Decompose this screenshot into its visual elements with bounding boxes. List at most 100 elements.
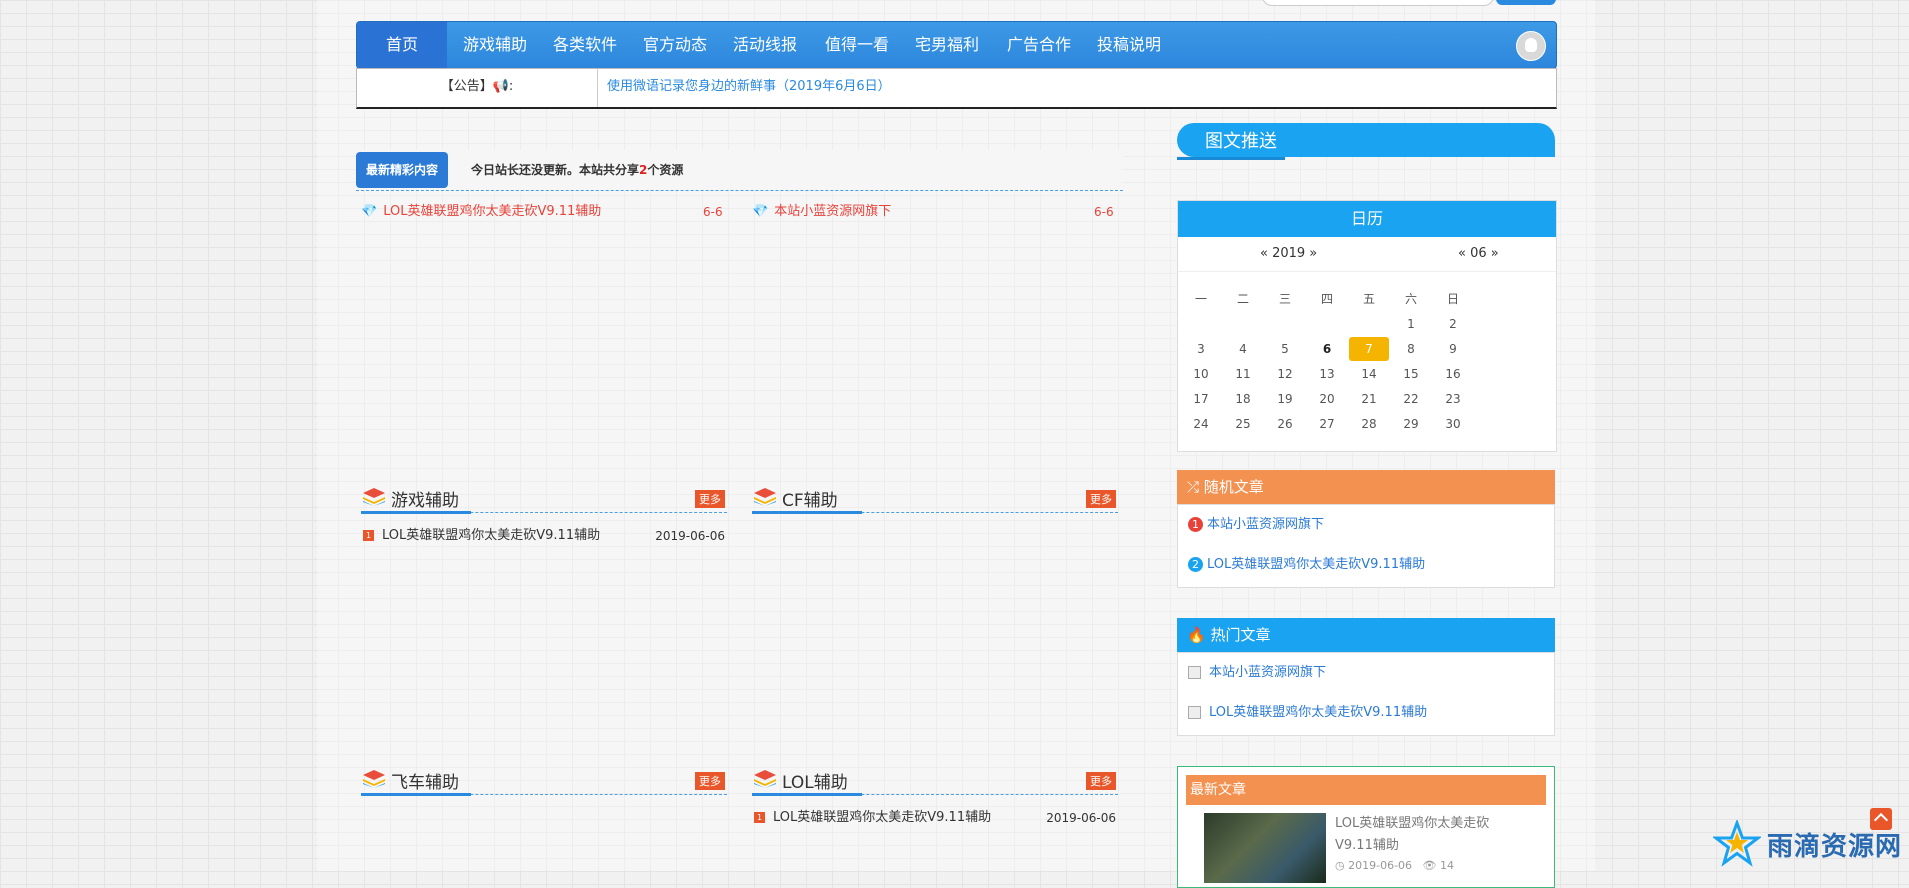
nav-item-activity[interactable]: 活动线报 xyxy=(725,22,805,68)
hot-item[interactable]: LOL英雄联盟鸡你太美走砍V9.11辅助 xyxy=(1178,693,1554,733)
nav-item-submit[interactable]: 投稿说明 xyxy=(1089,22,1169,68)
calendar-month-nav[interactable]: « 06 » xyxy=(1458,237,1499,271)
latest-item[interactable]: 💎 本站小蓝资源网旗下 xyxy=(752,202,891,222)
calendar-day[interactable]: 22 xyxy=(1391,387,1431,411)
calendar-day[interactable]: 4 xyxy=(1223,337,1263,361)
calendar-day-today[interactable]: 7 xyxy=(1349,337,1389,361)
hot-item-title: LOL英雄联盟鸡你太美走砍V9.11辅助 xyxy=(1209,705,1428,720)
calendar-weekday: 三 xyxy=(1278,292,1291,306)
calendar-day[interactable]: 2 xyxy=(1433,312,1473,336)
nav-item-worth-watching[interactable]: 值得一看 xyxy=(817,22,897,68)
category-lol-assist: LOL辅助 更多 1 LOL英雄联盟鸡你太美走砍V9.11辅助 2019-06-0… xyxy=(752,764,1118,829)
rank-badge: 1 xyxy=(363,530,374,541)
calendar-day[interactable]: 30 xyxy=(1433,412,1473,436)
category-underline xyxy=(752,511,862,514)
calendar-year-nav[interactable]: « 2019 » xyxy=(1260,237,1317,271)
category-header: 游戏辅助 更多 xyxy=(361,482,727,514)
document-icon xyxy=(1188,666,1201,679)
user-avatar-icon[interactable] xyxy=(1516,31,1546,61)
hot-item[interactable]: 本站小蓝资源网旗下 xyxy=(1178,653,1554,693)
calendar-day[interactable]: 20 xyxy=(1307,387,1347,411)
calendar-day[interactable]: 9 xyxy=(1433,337,1473,361)
hot-list: 本站小蓝资源网旗下 LOL英雄联盟鸡你太美走砍V9.11辅助 xyxy=(1177,652,1555,736)
latest-item-date: 6-6 xyxy=(703,205,723,219)
latest-header: 最新精彩内容 今日站长还没更新。本站共分享2个资源 xyxy=(356,150,1123,191)
diamond-icon: 💎 xyxy=(752,204,769,219)
calendar-day[interactable]: 8 xyxy=(1391,337,1431,361)
nav-item-software[interactable]: 各类软件 xyxy=(545,22,625,68)
watermark-text: 雨滴资源网 xyxy=(1767,831,1903,862)
calendar-day[interactable]: 15 xyxy=(1391,362,1431,386)
calendar-day[interactable]: 16 xyxy=(1433,362,1473,386)
calendar-weekday: 六 xyxy=(1404,292,1417,306)
calendar-day[interactable]: 25 xyxy=(1223,412,1263,436)
calendar-day[interactable]: 10 xyxy=(1181,362,1221,386)
calendar-day[interactable]: 26 xyxy=(1265,412,1305,436)
notice-link[interactable]: 使用微语记录您身边的新鲜事（2019年6月6日） xyxy=(607,69,891,107)
search-input[interactable] xyxy=(1262,0,1494,6)
newest-item-title[interactable]: LOL英雄联盟鸡你太美走砍V9.11辅助 xyxy=(1335,813,1525,857)
calendar-day[interactable]: 13 xyxy=(1307,362,1347,386)
nav-item-game-assist[interactable]: 游戏辅助 xyxy=(455,22,535,68)
nav-item-home[interactable]: 首页 xyxy=(357,22,447,68)
calendar-weekday: 日 xyxy=(1446,292,1459,306)
calendar-day[interactable]: 18 xyxy=(1223,387,1263,411)
random-item[interactable]: 1 本站小蓝资源网旗下 xyxy=(1178,505,1554,545)
calendar-day[interactable]: 6 xyxy=(1307,337,1347,361)
rank-badge: 1 xyxy=(1188,517,1203,532)
fire-icon: 🔥 xyxy=(1187,626,1206,644)
category-row-date: 2019-06-06 xyxy=(1046,811,1116,825)
calendar-day[interactable]: 1 xyxy=(1391,312,1431,336)
calendar-day[interactable]: 5 xyxy=(1265,337,1305,361)
newest-date: 2019-06-06 xyxy=(1348,859,1413,872)
more-button[interactable]: 更多 xyxy=(695,490,725,508)
nav-item-ads[interactable]: 广告合作 xyxy=(999,22,1079,68)
nav-item-welfare[interactable]: 宅男福利 xyxy=(907,22,987,68)
category-row-date: 2019-06-06 xyxy=(655,529,725,543)
hot-title: 热门文章 xyxy=(1210,626,1271,644)
calendar-day[interactable]: 27 xyxy=(1307,412,1347,436)
category-game-assist: 游戏辅助 更多 1 LOL英雄联盟鸡你太美走砍V9.11辅助 2019-06-06 xyxy=(361,482,727,547)
main-nav: 首页 游戏辅助 各类软件 官方动态 活动线报 值得一看 宅男福利 广告合作 投稿… xyxy=(356,21,1557,69)
latest-badge: 最新精彩内容 xyxy=(356,152,448,188)
hot-articles-widget: 🔥 热门文章 本站小蓝资源网旗下 LOL英雄联盟鸡你太美走砍V9.11辅助 xyxy=(1177,618,1555,736)
latest-item[interactable]: 💎 LOL英雄联盟鸡你太美走砍V9.11辅助 xyxy=(361,202,601,222)
calendar-widget: 日历 « 2019 » « 06 » 一二三四五六日 1 2 3 4 5 6 7 8 9 10 11 1… xyxy=(1177,200,1557,452)
site-watermark: 雨滴资源网 xyxy=(1713,820,1902,868)
calendar-weekday: 一 xyxy=(1194,292,1207,306)
category-racing-assist: 飞车辅助 更多 xyxy=(361,764,727,796)
calendar-title: 日历 xyxy=(1178,201,1556,237)
random-header: ⤮ 随机文章 xyxy=(1177,470,1555,504)
calendar-day[interactable]: 24 xyxy=(1181,412,1221,436)
more-button[interactable]: 更多 xyxy=(1086,490,1116,508)
search-button[interactable] xyxy=(1496,0,1556,5)
newest-header: 最新文章 xyxy=(1186,775,1546,805)
article-thumbnail[interactable] xyxy=(1204,813,1326,883)
nav-item-official-news[interactable]: 官方动态 xyxy=(635,22,715,68)
calendar-day[interactable]: 21 xyxy=(1349,387,1389,411)
newest-meta: ◷ 2019-06-06 👁 14 xyxy=(1335,859,1454,872)
random-item[interactable]: 2 LOL英雄联盟鸡你太美走砍V9.11辅助 xyxy=(1178,545,1554,585)
calendar-day[interactable]: 17 xyxy=(1181,387,1221,411)
category-row[interactable]: 1 LOL英雄联盟鸡你太美走砍V9.11辅助 2019-06-06 xyxy=(361,525,727,547)
calendar-day[interactable]: 14 xyxy=(1349,362,1389,386)
random-item-title: LOL英雄联盟鸡你太美走砍V9.11辅助 xyxy=(1207,557,1426,572)
calendar-nav: « 2019 » « 06 » xyxy=(1178,237,1556,272)
calendar-day[interactable]: 12 xyxy=(1265,362,1305,386)
eye-icon: 👁 xyxy=(1422,859,1437,872)
calendar-day[interactable]: 28 xyxy=(1349,412,1389,436)
calendar-day[interactable]: 11 xyxy=(1223,362,1263,386)
calendar-day[interactable]: 23 xyxy=(1433,387,1473,411)
more-button[interactable]: 更多 xyxy=(695,772,725,790)
category-row[interactable]: 1 LOL英雄联盟鸡你太美走砍V9.11辅助 2019-06-06 xyxy=(752,807,1118,829)
random-item-title: 本站小蓝资源网旗下 xyxy=(1207,517,1325,532)
calendar-day[interactable]: 3 xyxy=(1181,337,1221,361)
calendar-day[interactable]: 29 xyxy=(1391,412,1431,436)
latest-item-title: LOL英雄联盟鸡你太美走砍V9.11辅助 xyxy=(383,204,602,219)
category-underline xyxy=(361,793,471,796)
latest-info: 今日站长还没更新。本站共分享2个资源 xyxy=(471,150,683,190)
hot-item-title: 本站小蓝资源网旗下 xyxy=(1209,665,1327,680)
more-button[interactable]: 更多 xyxy=(1086,772,1116,790)
random-articles-widget: ⤮ 随机文章 1 本站小蓝资源网旗下 2 LOL英雄联盟鸡你太美走砍V9.11辅助 xyxy=(1177,470,1555,588)
calendar-day[interactable]: 19 xyxy=(1265,387,1305,411)
